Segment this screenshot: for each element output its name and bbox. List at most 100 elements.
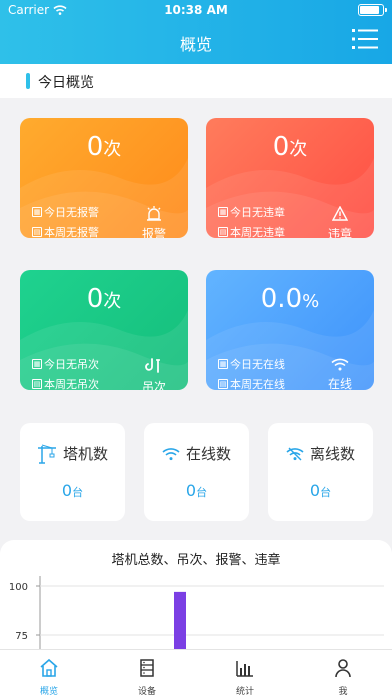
lift-today-text: 今日无吊次 <box>44 358 99 371</box>
offline-count-box[interactable]: 离线数 0台 <box>268 423 373 521</box>
violation-card[interactable]: 0次 ▦ 今日无违章 ▤ 本周无违章 违章 <box>206 118 374 238</box>
wifi-icon <box>331 358 349 371</box>
online-rate-unit: % <box>302 291 320 312</box>
alarm-count-value: 0 <box>86 132 104 162</box>
alarm-today-text: 今日无报警 <box>44 206 99 219</box>
violation-count-value: 0 <box>272 132 290 162</box>
lift-today: ▦ 今日无吊次 <box>32 356 99 372</box>
stat-value: 0台 <box>144 481 249 500</box>
violation-week-text: 本周无违章 <box>230 226 285 238</box>
online-count-box[interactable]: 在线数 0台 <box>144 423 249 521</box>
home-icon <box>40 658 58 677</box>
alarm-count-unit: 次 <box>103 139 122 160</box>
calendar-icon: ▦ <box>32 359 42 369</box>
alarm-label: 报警 <box>141 227 166 238</box>
menu-list-icon[interactable] <box>352 28 378 50</box>
alarm-today: ▦ 今日无报警 <box>32 204 99 220</box>
tower-crane-count-box[interactable]: 塔机数 0台 <box>20 423 125 521</box>
stat-header: 在线数 <box>144 443 249 464</box>
lift-count-unit: 次 <box>103 291 122 312</box>
alarm-week: ▤ 本周无报警 <box>32 224 99 238</box>
stat-unit: 台 <box>72 486 84 499</box>
alarm-card[interactable]: 0次 ▦ 今日无报警 ▤ 本周无报警 报警 <box>20 118 188 238</box>
stat-value: 0台 <box>268 481 373 500</box>
alarm-count: 0次 <box>20 132 188 162</box>
wifi-off-icon <box>286 447 304 460</box>
calendar-week-icon: ▤ <box>32 379 42 389</box>
calendar-week-icon: ▤ <box>218 379 228 389</box>
user-icon <box>335 659 351 678</box>
alarm-week-text: 本周无报警 <box>44 226 99 238</box>
stat-label: 离线数 <box>309 445 355 463</box>
stat-label: 塔机数 <box>62 445 108 463</box>
alarm-badge: 报警 <box>134 206 174 238</box>
lift-label: 吊次 <box>141 380 166 390</box>
stat-number: 0 <box>185 481 197 500</box>
tab-statistics[interactable]: 统计 <box>196 650 294 696</box>
stat-header: 离线数 <box>268 443 373 464</box>
tab-label: 我 <box>338 687 348 696</box>
battery-icon <box>358 4 387 16</box>
app-header: Carrier 10:38 AM 概览 <box>0 0 392 64</box>
section-header: 今日概览 <box>0 64 392 98</box>
y-tick-label: 75 <box>15 631 28 642</box>
online-label: 在线 <box>327 377 352 390</box>
wifi-icon <box>162 447 180 460</box>
calendar-week-icon: ▤ <box>32 227 42 237</box>
chart-bar[interactable] <box>174 591 186 650</box>
lift-card[interactable]: 0次 ▦ 今日无吊次 ▤ 本周无吊次 吊次 <box>20 270 188 390</box>
stat-number: 0 <box>61 481 73 500</box>
stat-label: 在线数 <box>185 445 231 463</box>
violation-week: ▤ 本周无违章 <box>218 224 285 238</box>
lift-week-text: 本周无吊次 <box>44 378 99 390</box>
tower-crane-icon <box>37 444 56 464</box>
page-title: 概览 <box>179 35 212 54</box>
summary-chart: 100 75 <box>9 576 384 650</box>
section-title: 今日概览 <box>38 75 94 91</box>
stat-unit: 台 <box>196 486 208 499</box>
online-rate: 0.0% <box>206 284 374 314</box>
violation-today: ▦ 今日无违章 <box>218 204 285 220</box>
tab-device[interactable]: 设备 <box>98 650 196 696</box>
lift-count-value: 0 <box>86 284 104 314</box>
online-badge: 在线 <box>320 358 360 390</box>
online-today: ▦ 今日无在线 <box>218 356 285 372</box>
lift-week: ▤ 本周无吊次 <box>32 376 99 390</box>
status-bar: Carrier 10:38 AM <box>0 0 392 20</box>
status-time: 10:38 AM <box>164 3 228 17</box>
tab-overview[interactable]: 概览 <box>0 650 98 696</box>
violation-count-unit: 次 <box>289 139 308 160</box>
stat-unit: 台 <box>320 486 332 499</box>
online-week: ▤ 本周无在线 <box>218 376 285 390</box>
tab-label: 设备 <box>137 687 156 696</box>
tab-label: 概览 <box>39 687 58 696</box>
online-rate-value: 0.0 <box>260 284 303 314</box>
stat-value: 0台 <box>20 481 125 500</box>
calendar-icon: ▦ <box>218 359 228 369</box>
device-icon <box>140 659 154 677</box>
tab-label: 统计 <box>235 687 254 696</box>
hook-icon <box>145 358 160 373</box>
alarm-icon <box>147 206 161 221</box>
violation-label: 违章 <box>327 227 352 238</box>
stat-header: 塔机数 <box>20 443 125 464</box>
warning-icon <box>332 206 348 221</box>
calendar-icon: ▦ <box>218 207 228 217</box>
calendar-week-icon: ▤ <box>218 227 228 237</box>
bar-chart-icon <box>236 661 253 677</box>
calendar-icon: ▦ <box>32 207 42 217</box>
tab-bar: 概览 设备 统计 我 <box>0 649 392 696</box>
online-card[interactable]: 0.0% ▦ 今日无在线 ▤ 本周无在线 在线 <box>206 270 374 390</box>
y-tick-label: 100 <box>9 582 28 593</box>
online-today-text: 今日无在线 <box>230 358 285 371</box>
lift-badge: 吊次 <box>134 358 174 390</box>
stat-number: 0 <box>309 481 321 500</box>
section-accent-bar <box>26 73 30 89</box>
online-week-text: 本周无在线 <box>230 378 285 390</box>
tab-me[interactable]: 我 <box>294 650 392 696</box>
violation-today-text: 今日无违章 <box>230 206 285 219</box>
violation-count: 0次 <box>206 132 374 162</box>
violation-badge: 违章 <box>320 206 360 238</box>
lift-count: 0次 <box>20 284 188 314</box>
summary-chart-card: 塔机总数、吊次、报警、违章 100 75 <box>0 540 392 650</box>
